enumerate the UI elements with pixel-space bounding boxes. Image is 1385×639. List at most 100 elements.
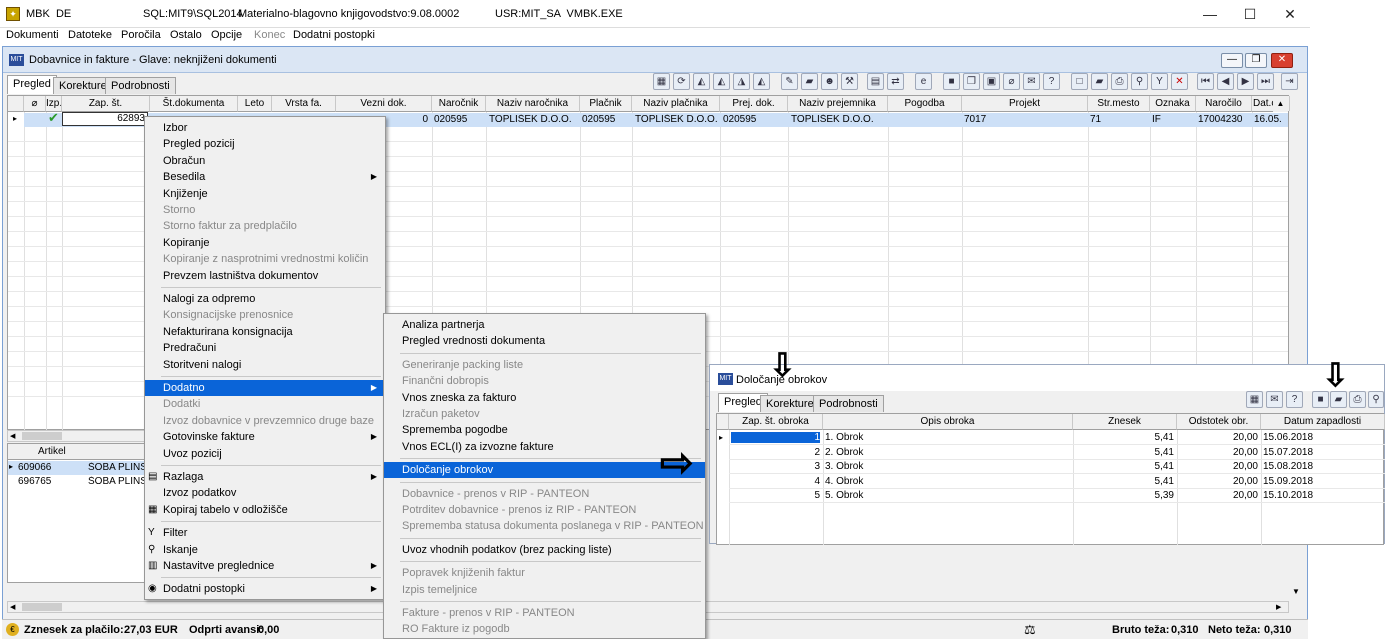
cell-zap[interactable]: 62893	[62, 112, 148, 126]
menu-dodatni-postopki[interactable]: Dodatni postopki	[293, 29, 375, 41]
menu-item[interactable]: ⚲ Iskanje	[145, 542, 385, 558]
open-folder-icon[interactable]: ▰	[801, 73, 818, 90]
tab-podrobnosti[interactable]: Podrobnosti	[105, 77, 176, 94]
menu-item[interactable]: Obračun	[145, 153, 385, 169]
menu-item[interactable]: Izpis temeljnice	[384, 582, 705, 598]
message-icon[interactable]: ✉	[1023, 73, 1040, 90]
menu-item[interactable]: Predračuni	[145, 340, 385, 356]
menu-item[interactable]: Finančni dobropis	[384, 373, 705, 389]
col-header-naziv-prejemnika[interactable]: Naziv prejemnika	[788, 96, 888, 112]
menu-dokumenti[interactable]: Dokumenti	[6, 29, 59, 41]
scroll-up-icon[interactable]: ▲	[1273, 96, 1288, 112]
refresh-icon[interactable]: ⟳	[673, 73, 690, 90]
scroll-thumb[interactable]	[22, 603, 62, 611]
menu-ostalo[interactable]: Ostalo	[170, 29, 202, 41]
menu-item[interactable]: Prevzem lastništva dokumentov	[145, 268, 385, 284]
col-header-attach[interactable]: ⌀	[24, 96, 46, 112]
menu-datoteke[interactable]: Datoteke	[68, 29, 112, 41]
scroll-thumb[interactable]	[22, 432, 62, 440]
sort-desc-icon[interactable]: ◮	[733, 73, 750, 90]
tab-pregled[interactable]: Pregled	[7, 75, 57, 94]
menu-item[interactable]: Storno	[145, 202, 385, 218]
new-icon[interactable]: □	[1071, 73, 1088, 90]
col-header-oznaka[interactable]: Oznaka	[1150, 96, 1196, 112]
menu-item[interactable]: Popravek knjiženih faktur	[384, 565, 705, 581]
edit-icon[interactable]: ✎	[781, 73, 798, 90]
delete-icon[interactable]: ✕	[1171, 73, 1188, 90]
col-header-prej-dok[interactable]: Prej. dok.	[720, 96, 788, 112]
col-header-stdok[interactable]: Št.dokumenta	[150, 96, 238, 112]
message-icon[interactable]: ✉	[1266, 391, 1283, 408]
col-header-vezni[interactable]: Vezni dok.	[336, 96, 432, 112]
dialog-tab-podrobnosti[interactable]: Podrobnosti	[813, 395, 884, 412]
copy-icon[interactable]: ❐	[963, 73, 980, 90]
col-header-artikel[interactable]: Artikel	[38, 446, 66, 457]
last-record-icon[interactable]: ⏭	[1257, 73, 1274, 90]
menu-item[interactable]: Gotovinske fakture ▶	[145, 429, 385, 445]
menu-item[interactable]: Nefakturirana konsignacija	[145, 324, 385, 340]
maximize-button[interactable]: ☐	[1229, 2, 1271, 26]
col-header-odstotek[interactable]: Odstotek obr.	[1177, 414, 1261, 430]
pdf-icon[interactable]: ▤	[867, 73, 884, 90]
menu-item[interactable]: ▤ Razlaga ▶	[145, 469, 385, 485]
tool-icon[interactable]: ⚒	[841, 73, 858, 90]
search-icon[interactable]: ⚲	[1131, 73, 1148, 90]
menu-item[interactable]: Storitveni nalogi	[145, 357, 385, 373]
col-header-leto[interactable]: Leto	[238, 96, 272, 112]
prev-record-icon[interactable]: ◀	[1217, 73, 1234, 90]
sort-asc-icon[interactable]: ◭	[713, 73, 730, 90]
menu-item[interactable]: Konsignacijske prenosnice	[145, 307, 385, 323]
user-icon[interactable]: ☻	[821, 73, 838, 90]
menu-item[interactable]: Uvoz pozicij	[145, 446, 385, 462]
help-icon[interactable]: ?	[1043, 73, 1060, 90]
col-header-opis-obroka[interactable]: Opis obroka	[823, 414, 1073, 430]
menu-item[interactable]: Vnos zneska za fakturo	[384, 390, 705, 406]
col-header-str-mesto[interactable]: Str.mesto	[1088, 96, 1150, 112]
sort-icon[interactable]: ◭	[693, 73, 710, 90]
close-button[interactable]: ✕	[1269, 2, 1311, 26]
menu-item[interactable]: Določanje obrokov	[384, 462, 705, 479]
paste-icon[interactable]: ▣	[983, 73, 1000, 90]
tab-korekture[interactable]: Korekture	[53, 77, 113, 94]
col-header-narocilo[interactable]: Naročilo	[1196, 96, 1252, 112]
internet-icon[interactable]: e	[915, 73, 932, 90]
scroll-left-icon[interactable]: ◀	[10, 603, 15, 611]
col-header-narocnik[interactable]: Naročnik	[432, 96, 486, 112]
first-record-icon[interactable]: ⏮	[1197, 73, 1214, 90]
scroll-right-icon[interactable]: ▶	[1276, 603, 1281, 611]
help-icon[interactable]: ?	[1286, 391, 1303, 408]
menu-item[interactable]: Fakture - prenos v RIP - PANTEON	[384, 605, 705, 621]
menu-item[interactable]: Sprememba pogodbe	[384, 422, 705, 438]
col-header-datum-zapadlosti[interactable]: Datum zapadlosti	[1261, 414, 1385, 430]
menu-item[interactable]: RO Fakture iz pogodb	[384, 621, 705, 637]
items-grid[interactable]: Artikel ▸ 609066 ŠOBA PLINSK 696765 ŠOBA…	[7, 443, 148, 583]
col-header-znesek[interactable]: Znesek	[1073, 414, 1177, 430]
stop-icon[interactable]: ■	[943, 73, 960, 90]
menu-item[interactable]: Pregled vrednosti dokumenta	[384, 333, 705, 349]
menu-item[interactable]: Izvoz podatkov	[145, 485, 385, 501]
menu-item[interactable]: Nalogi za odpremo	[145, 291, 385, 307]
child-restore-button[interactable]: ❐	[1245, 53, 1267, 68]
col-header-projekt[interactable]: Projekt	[962, 96, 1088, 112]
menu-konec[interactable]: Konec	[254, 29, 285, 41]
menu-item[interactable]: Kopiranje z nasprotnimi vrednostmi količ…	[145, 251, 385, 267]
child-minimize-button[interactable]: —	[1221, 53, 1243, 68]
print-icon[interactable]: ⎙	[1111, 73, 1128, 90]
menu-item[interactable]: ▥ Nastavitve preglednice ▶	[145, 558, 385, 574]
menu-item[interactable]: Analiza partnerja	[384, 317, 705, 333]
scroll-left-icon[interactable]: ◀	[10, 432, 15, 440]
col-header-placnik[interactable]: Plačnik	[580, 96, 632, 112]
folder-icon[interactable]: ▰	[1091, 73, 1108, 90]
exit-icon[interactable]: ⇥	[1281, 73, 1298, 90]
attach-icon[interactable]: ⌀	[1003, 73, 1020, 90]
menu-item[interactable]: Kopiranje	[145, 235, 385, 251]
sort-multi-icon[interactable]: ◭	[753, 73, 770, 90]
menu-item[interactable]: ◉ Dodatni postopki ▶	[145, 581, 385, 597]
col-header-zap-obroka[interactable]: Zap. št. obroka	[729, 414, 823, 430]
menu-item[interactable]: Potrditev dobavnice - prenos iz RIP - PA…	[384, 502, 705, 518]
menu-item[interactable]: Knjiženje	[145, 186, 385, 202]
menu-item[interactable]: Storno faktur za predplačilo	[145, 218, 385, 234]
table-icon[interactable]: ▦	[1246, 391, 1263, 408]
col-header-naziv-narocnika[interactable]: Naziv naročnika	[486, 96, 580, 112]
export-icon[interactable]: ⇄	[887, 73, 904, 90]
